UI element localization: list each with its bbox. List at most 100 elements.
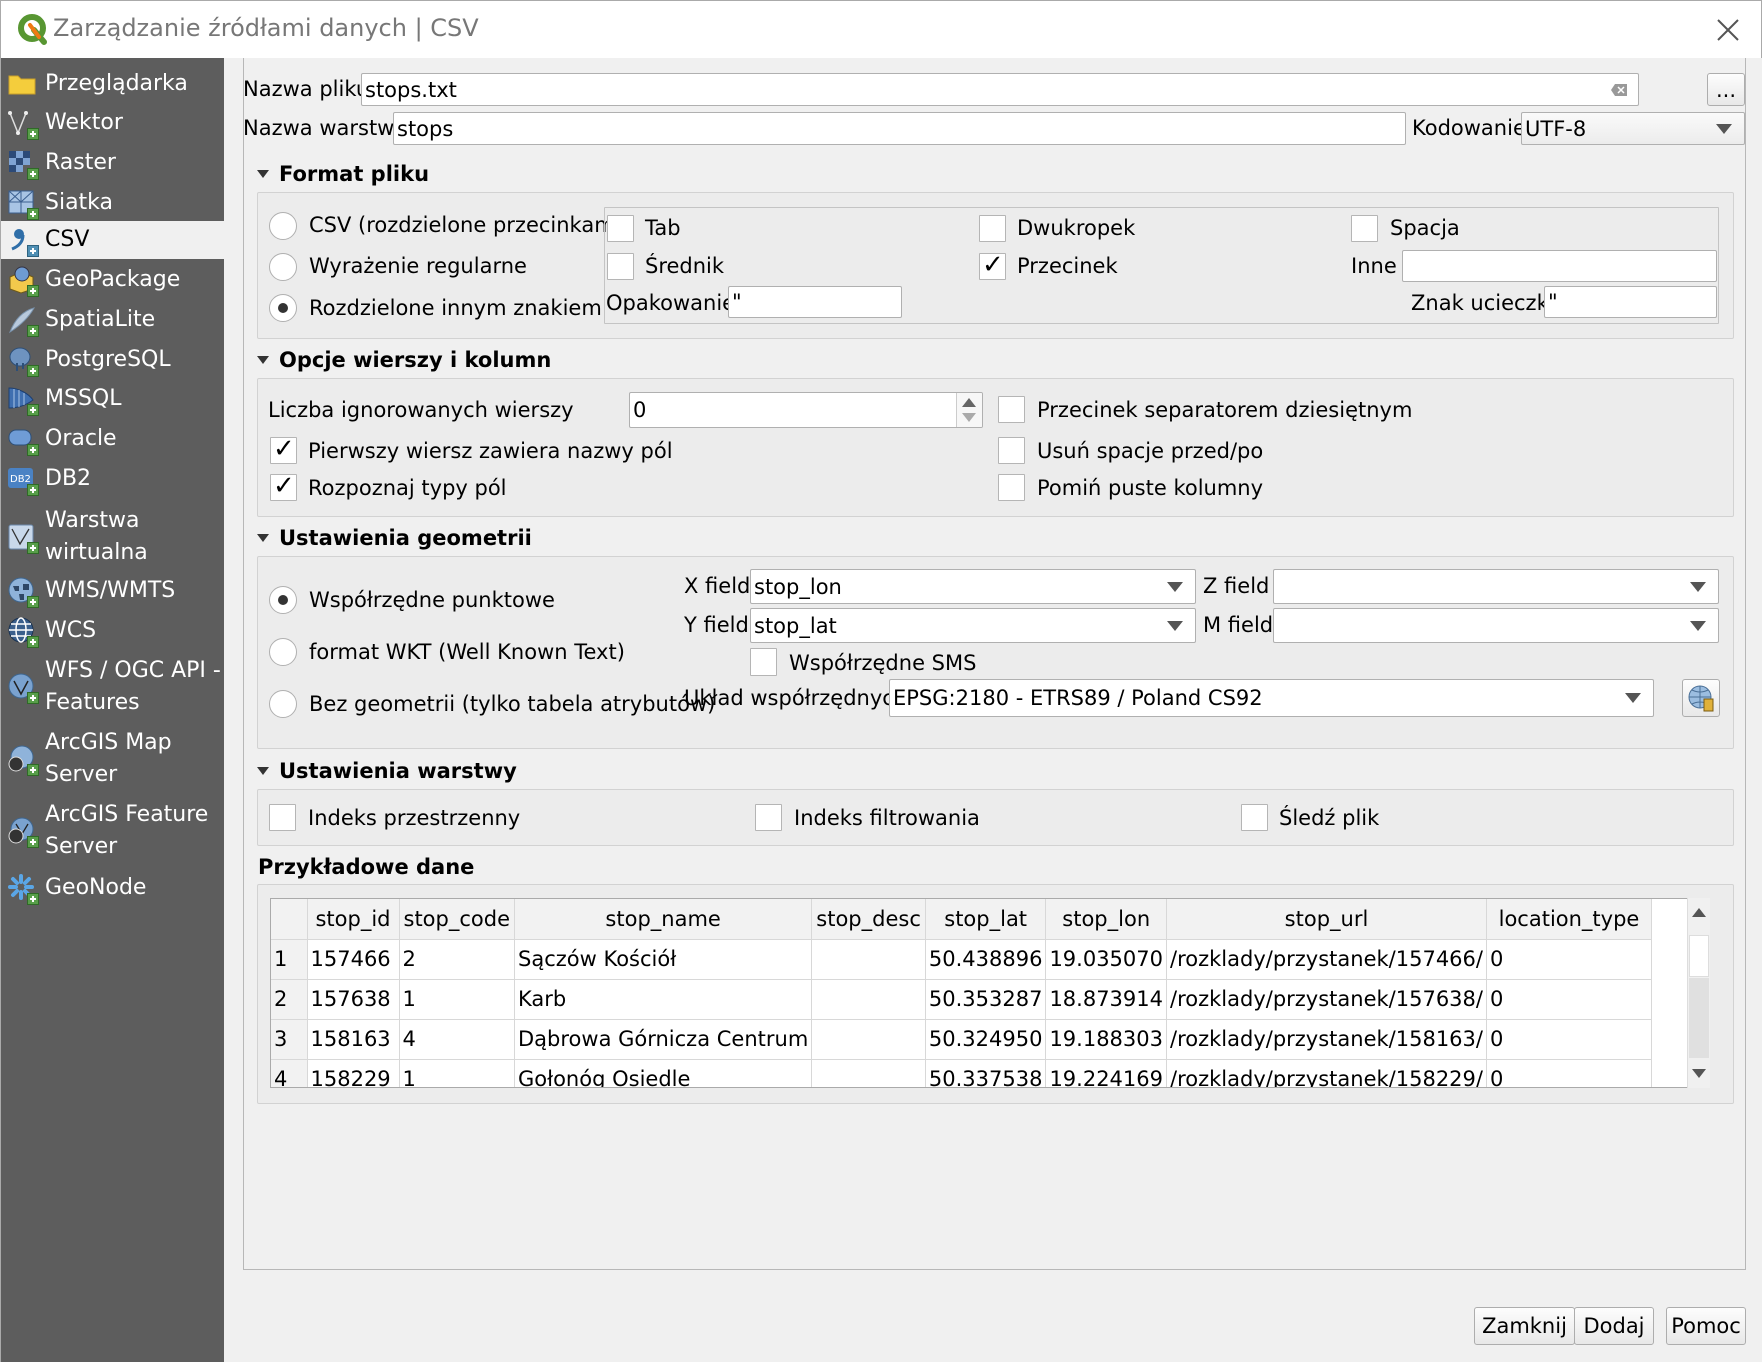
checkbox-subset-index[interactable] xyxy=(755,804,782,831)
radio-wkt[interactable] xyxy=(269,638,297,666)
layer-name-input[interactable]: stops xyxy=(393,112,1406,145)
sidebar-item-geonode[interactable]: GeoNode xyxy=(1,867,225,909)
column-header[interactable]: stop_desc xyxy=(811,899,926,940)
column-header[interactable]: stop_id xyxy=(307,899,400,940)
sidebar-item-mesh[interactable]: Siatka xyxy=(1,183,225,223)
sidebar-item-label: GeoNode xyxy=(45,875,147,900)
checkbox-trim-fields[interactable] xyxy=(998,437,1025,464)
radio-regex[interactable] xyxy=(269,253,297,281)
encoding-select[interactable]: UTF-8 xyxy=(1521,112,1745,145)
sidebar-item-wcs[interactable]: WCS xyxy=(1,611,225,651)
radio-no-geometry[interactable] xyxy=(269,690,297,718)
section-record-options-header[interactable]: Opcje wierszy i kolumn xyxy=(257,348,551,372)
checkbox-discard-empty[interactable] xyxy=(998,474,1025,501)
sidebar-item-browser[interactable]: Przeglądarka xyxy=(1,63,225,105)
help-button[interactable]: Pomoc xyxy=(1666,1307,1746,1345)
column-header[interactable]: location_type xyxy=(1486,899,1652,940)
sidebar-item-geopackage[interactable]: GeoPackage xyxy=(1,260,225,300)
browse-button[interactable]: ... xyxy=(1707,73,1745,106)
column-header[interactable]: stop_lat xyxy=(925,899,1047,940)
section-title: Format pliku xyxy=(279,162,430,186)
sidebar-item-oracle[interactable]: Oracle xyxy=(1,419,225,459)
checkbox-detect-types-label: Rozpoznaj typy pól xyxy=(308,476,507,500)
table-row[interactable]: 3 158163 4 Dąbrowa Górnicza Centrum 50.32495… xyxy=(271,1019,1652,1060)
sidebar-item-label: PostgreSQL xyxy=(45,347,171,372)
crs-selector-button[interactable] xyxy=(1682,679,1720,717)
column-header[interactable]: stop_code xyxy=(399,899,515,940)
virtual-layer-icon xyxy=(7,522,39,554)
radio-custom-delimiter[interactable] xyxy=(269,294,297,322)
row-number-header[interactable] xyxy=(271,899,308,940)
collapse-icon xyxy=(257,534,269,542)
table-cell xyxy=(811,1059,926,1087)
column-header[interactable]: stop_lon xyxy=(1045,899,1167,940)
table-cell: /rozklady/przystanek/158229/ xyxy=(1166,1059,1487,1087)
checkbox-detect-types[interactable] xyxy=(270,471,297,501)
preview-table: stop_id stop_code stop_name stop_desc stop_l… xyxy=(271,899,1652,1087)
layer-name-value: stops xyxy=(397,116,454,141)
scrollbar-thumb[interactable] xyxy=(1689,935,1709,977)
m-field-select[interactable] xyxy=(1273,608,1719,643)
x-field-select[interactable]: stop_lon xyxy=(750,569,1196,604)
y-field-label: Y field xyxy=(684,613,749,637)
add-button[interactable]: Dodaj xyxy=(1574,1307,1654,1345)
escape-input[interactable]: " xyxy=(1544,286,1717,318)
column-header[interactable]: stop_name xyxy=(514,899,813,940)
y-field-select[interactable]: stop_lat xyxy=(750,608,1196,643)
sidebar-item-mssql[interactable]: MSSQL xyxy=(1,379,225,419)
checkbox-spatial-index[interactable] xyxy=(269,804,296,831)
close-icon[interactable] xyxy=(1711,13,1745,47)
spin-up-icon[interactable] xyxy=(962,398,976,407)
scrollbar-track[interactable] xyxy=(1689,978,1709,1058)
skip-lines-spinbox[interactable]: 0 xyxy=(629,392,983,428)
sidebar-item-vector[interactable]: Wektor xyxy=(1,103,225,143)
sidebar-item-arcgis-feature-server[interactable]: ArcGIS Feature Server xyxy=(1,795,225,867)
checkbox-semicolon[interactable] xyxy=(607,253,634,280)
close-button[interactable]: Zamknij xyxy=(1474,1307,1575,1345)
sidebar-item-virtual-layer[interactable]: Warstwa wirtualna xyxy=(1,501,225,573)
clear-field-icon[interactable] xyxy=(1610,83,1628,97)
section-file-format-header[interactable]: Format pliku xyxy=(257,162,429,186)
sidebar-item-wfs[interactable]: WFS / OGC API - Features xyxy=(1,651,225,723)
z-field-select[interactable] xyxy=(1273,569,1719,604)
filename-value: stops.txt xyxy=(365,77,457,102)
sidebar-item-csv[interactable]: CSV xyxy=(1,221,225,259)
checkbox-first-record-header-label: Pierwszy wiersz zawiera nazwy pól xyxy=(308,439,673,463)
radio-point-coordinates[interactable] xyxy=(269,586,297,614)
sidebar-item-db2[interactable]: DB2 DB2 xyxy=(1,459,225,499)
table-row[interactable]: 1 157466 2 Sączów Kościół 50.438896 19.035070… xyxy=(271,939,1652,980)
sidebar-item-label: SpatiaLite xyxy=(45,307,156,332)
sidebar-item-wms[interactable]: WMS/WMTS xyxy=(1,571,225,611)
section-layer-settings-header[interactable]: Ustawienia warstwy xyxy=(257,759,517,783)
table-cell: 157638 xyxy=(307,979,400,1020)
crs-select[interactable]: EPSG:2180 - ETRS89 / Poland CS92 xyxy=(889,679,1654,717)
sidebar-item-arcgis-map-server[interactable]: ArcGIS Map Server xyxy=(1,723,225,795)
radio-csv[interactable] xyxy=(269,212,297,240)
checkbox-dms[interactable] xyxy=(750,648,777,676)
table-row[interactable]: 4 158229 1 Gołonóg Osiedle 50.337538 19.22416… xyxy=(271,1059,1652,1087)
checkbox-comma[interactable] xyxy=(979,250,1006,280)
checkbox-decimal-comma[interactable] xyxy=(998,396,1025,423)
scroll-up-icon[interactable] xyxy=(1692,908,1706,917)
sidebar-item-postgresql[interactable]: PostgreSQL xyxy=(1,340,225,380)
table-vertical-scrollbar[interactable] xyxy=(1687,898,1710,1088)
table-row[interactable]: 2 157638 1 Karb 50.353287 18.873914/rozklady/… xyxy=(271,979,1652,1020)
checkbox-watch-file[interactable] xyxy=(1241,804,1268,831)
checkbox-tab[interactable] xyxy=(607,215,634,242)
checkbox-space[interactable] xyxy=(1351,215,1378,242)
sidebar-item-label: Warstwa wirtualna xyxy=(45,508,148,565)
quote-input[interactable]: " xyxy=(728,286,902,318)
sidebar-item-label: Raster xyxy=(45,150,116,175)
sidebar-item-spatialite[interactable]: SpatiaLite xyxy=(1,300,225,340)
spin-down-icon[interactable] xyxy=(962,413,976,422)
other-delimiter-input[interactable] xyxy=(1402,250,1717,282)
scroll-down-icon[interactable] xyxy=(1692,1069,1706,1078)
section-geometry-header[interactable]: Ustawienia geometrii xyxy=(257,526,532,550)
sidebar-item-raster[interactable]: Raster xyxy=(1,143,225,183)
checkbox-first-record-header[interactable] xyxy=(270,434,297,464)
column-header[interactable]: stop_url xyxy=(1166,899,1487,940)
checkbox-colon[interactable] xyxy=(979,215,1006,242)
spinbox-arrows[interactable] xyxy=(956,393,982,427)
sample-data-table[interactable]: stop_id stop_code stop_name stop_desc stop_l… xyxy=(270,898,1710,1088)
filename-input[interactable]: stops.txt xyxy=(361,73,1639,106)
